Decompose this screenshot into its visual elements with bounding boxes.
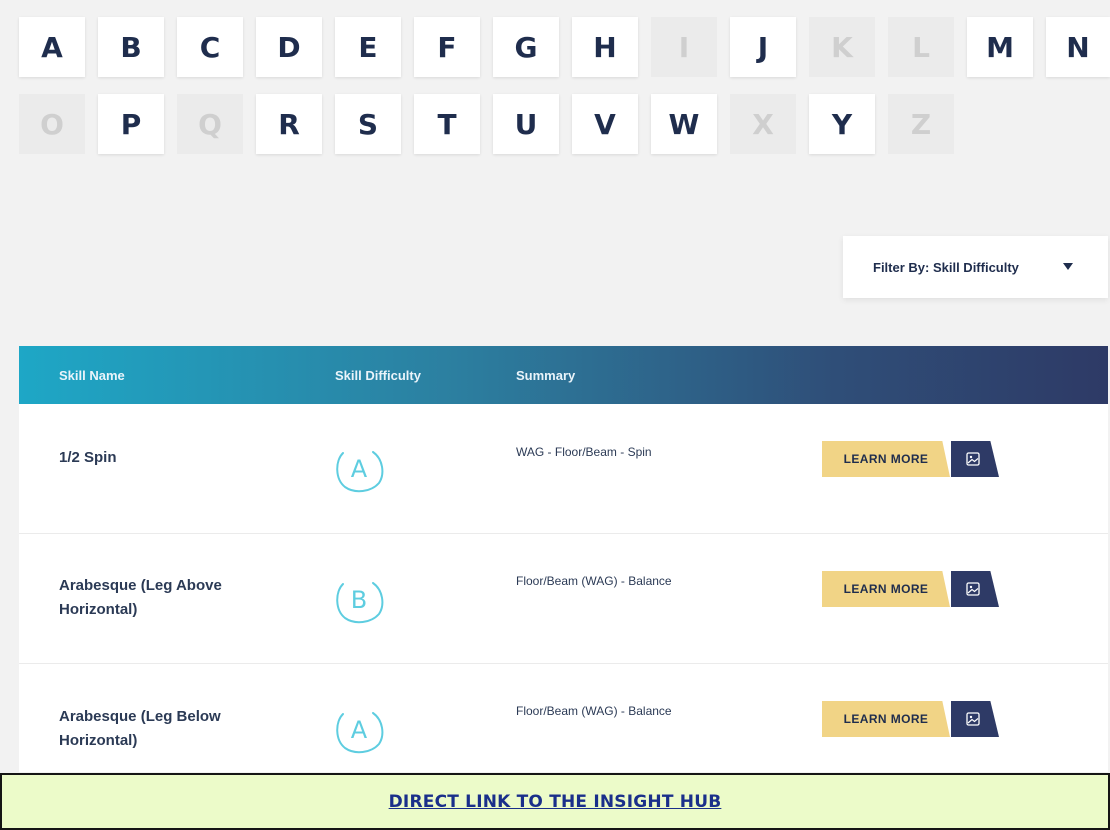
header-skill-difficulty: Skill Difficulty: [335, 368, 421, 383]
filter-label: Filter By: Skill Difficulty: [873, 259, 1019, 275]
letter-s[interactable]: S: [335, 94, 401, 154]
image-icon: [966, 582, 980, 596]
media-button[interactable]: [951, 701, 999, 737]
image-icon: [966, 452, 980, 466]
letter-d[interactable]: D: [256, 17, 322, 77]
letter-v[interactable]: V: [572, 94, 638, 154]
letter-c[interactable]: C: [177, 17, 243, 77]
skill-name: 1/2 Spin: [59, 449, 117, 466]
letter-b[interactable]: B: [98, 17, 164, 77]
letter-r[interactable]: R: [256, 94, 322, 154]
letter-w[interactable]: W: [651, 94, 717, 154]
skill-summary: Floor/Beam (WAG) - Balance: [516, 574, 672, 588]
difficulty-badge: A: [333, 445, 385, 493]
table-row: Arabesque (Leg Below Horizontal) A Floor…: [19, 664, 1108, 772]
letter-k: K: [809, 17, 875, 77]
letter-y[interactable]: Y: [809, 94, 875, 154]
learn-more-button[interactable]: LEARN MORE: [822, 441, 950, 477]
insight-hub-banner: DIRECT LINK TO THE INSIGHT HUB: [0, 773, 1110, 830]
table-header: Skill Name Skill Difficulty Summary: [19, 346, 1108, 404]
skill-name: Arabesque (Leg Below Horizontal): [59, 708, 221, 749]
letter-g[interactable]: G: [493, 17, 559, 77]
caret-down-icon: [1063, 263, 1073, 270]
letter-j[interactable]: J: [730, 17, 796, 77]
letter-t[interactable]: T: [414, 94, 480, 154]
letter-a[interactable]: A: [19, 17, 85, 77]
media-button[interactable]: [951, 571, 999, 607]
header-summary: Summary: [516, 368, 576, 383]
letter-u[interactable]: U: [493, 94, 559, 154]
difficulty-badge: A: [333, 706, 385, 754]
letter-f[interactable]: F: [414, 17, 480, 77]
header-skill-name: Skill Name: [59, 368, 125, 383]
letter-i: I: [651, 17, 717, 77]
learn-more-button[interactable]: LEARN MORE: [822, 571, 950, 607]
letter-n[interactable]: N: [1046, 17, 1110, 77]
letter-q: Q: [177, 94, 243, 154]
grade-letter: A: [350, 716, 368, 744]
letter-m[interactable]: M: [967, 17, 1033, 77]
skill-summary: WAG - Floor/Beam - Spin: [516, 445, 652, 459]
filter-dropdown[interactable]: Filter By: Skill Difficulty: [843, 236, 1108, 298]
letter-o: O: [19, 94, 85, 154]
insight-hub-link[interactable]: DIRECT LINK TO THE INSIGHT HUB: [389, 792, 722, 812]
skill-summary: Floor/Beam (WAG) - Balance: [516, 704, 672, 718]
letter-x: X: [730, 94, 796, 154]
grade-letter: B: [350, 586, 368, 614]
table-row: Arabesque (Leg Above Horizontal) B Floor…: [19, 534, 1108, 664]
alphabet-filter: A B C D E F G H I J K L M N O P Q R S T …: [0, 0, 1110, 170]
letter-h[interactable]: H: [572, 17, 638, 77]
letter-p[interactable]: P: [98, 94, 164, 154]
table-row: 1/2 Spin A WAG - Floor/Beam - Spin LEARN…: [19, 404, 1108, 534]
letter-e[interactable]: E: [335, 17, 401, 77]
difficulty-badge: B: [333, 576, 385, 624]
letter-l: L: [888, 17, 954, 77]
learn-more-button[interactable]: LEARN MORE: [822, 701, 950, 737]
skills-table: Skill Name Skill Difficulty Summary 1/2 …: [19, 346, 1108, 772]
letter-z: Z: [888, 94, 954, 154]
skill-name: Arabesque (Leg Above Horizontal): [59, 577, 222, 618]
media-button[interactable]: [951, 441, 999, 477]
image-icon: [966, 712, 980, 726]
grade-letter: A: [350, 455, 368, 483]
